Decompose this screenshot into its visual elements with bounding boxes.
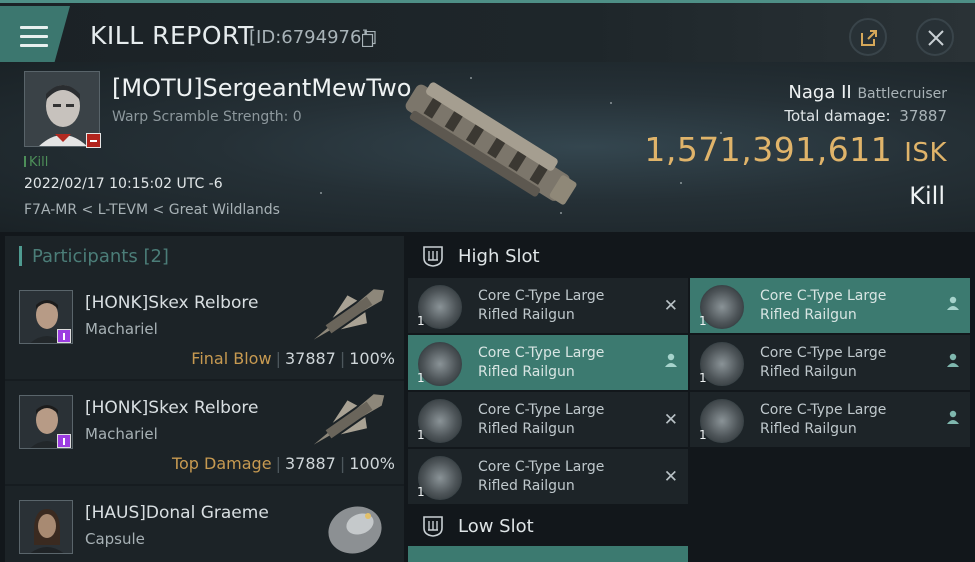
dropped-icon [665,353,677,367]
module-name: Core C-Type Large Rifled Railgun [478,288,605,323]
participant-ship: Machariel [85,425,158,443]
participant-name[interactable]: [HONK]Skex Relbore [85,293,258,313]
share-button[interactable] [849,18,887,56]
participant-stats: Final Blow | 37887 | 100% [191,349,395,368]
warp-scramble-strength: Warp Scramble Strength: 0 [112,109,302,125]
isk-value: 1,571,391,611 ISK [644,130,947,169]
ship-name-text: Naga II [788,82,852,103]
fitting-panel: High Slot 1 Core C-Type Large Rifled Rai… [408,236,975,562]
isk-amount: 1,571,391,611 [644,130,893,169]
report-id: [ID:6794976] [249,27,369,48]
participant-percent: 100% [349,349,395,368]
destroyed-icon: ✕ [663,410,678,430]
isk-unit: ISK [904,138,947,168]
dropped-icon [947,410,959,424]
module-quantity: 1 [699,314,707,328]
module-name: Core C-Type Large Rifled Railgun [478,402,605,437]
menu-button[interactable] [0,6,70,62]
high-slot-title: High Slot [458,245,540,267]
kill-tag: Kill [24,155,48,170]
module-item[interactable]: 1 Core C-Type Large Rifled Railgun [408,335,688,390]
low-slot-icon [423,516,443,537]
module-quantity: 1 [417,314,425,328]
module-item[interactable]: 1 Core C-Type Large Rifled Railgun ✕ [408,278,688,333]
ship-class-text: Battlecruiser [857,86,947,102]
result-label: Kill [909,182,945,210]
participants-title: Participants [2] [32,245,169,267]
total-damage-label: Total damage: [784,107,891,125]
module-name: Core C-Type Large Rifled Railgun [478,459,605,494]
module-item[interactable]: 1 Core C-Type Large Rifled Railgun [690,392,970,447]
capsule-ship-image [328,506,382,554]
participant-damage: 37887 [284,454,336,473]
module-item[interactable] [408,546,688,562]
victim-banner: [MOTU]SergeantMewTwo Warp Scramble Stren… [0,62,975,232]
kill-location[interactable]: F7A-MR < L-TEVM < Great Wildlands [24,202,280,218]
page-title: KILL REPORT [90,21,254,50]
close-button[interactable] [916,18,954,56]
module-item[interactable]: 1 Core C-Type Large Rifled Railgun [690,335,970,390]
participant-ship: Machariel [85,320,158,338]
kill-datetime: 2022/02/17 10:15:02 UTC -6 [24,176,223,192]
menu-icon [20,26,48,48]
low-slot-header: Low Slot [408,506,975,546]
participant-row[interactable]: [HONK]Skex Relbore Machariel Final Blow |… [5,276,404,379]
module-quantity: 1 [417,371,425,385]
destroyed-icon: ✕ [663,467,678,487]
machariel-ship-image [313,289,385,340]
share-icon [861,30,877,46]
corp-badge [57,434,71,448]
participant-name[interactable]: [HAUS]Donal Graeme [85,503,269,523]
participant-role: Final Blow [191,349,272,368]
header-bar: KILL REPORT [ID:6794976] [0,0,975,62]
participant-ship: Capsule [85,530,145,548]
module-quantity: 1 [417,485,425,499]
module-item[interactable]: 1 Core C-Type Large Rifled Railgun ✕ [408,449,688,504]
high-slot-icon [423,246,443,267]
standing-badge [86,133,101,148]
participant-damage: 37887 [284,349,336,368]
participant-stats: Top Damage | 37887 | 100% [171,454,395,473]
module-name: Core C-Type Large Rifled Railgun [760,345,887,380]
module-quantity: 1 [699,428,707,442]
module-name: Core C-Type Large Rifled Railgun [760,402,887,437]
copy-icon[interactable] [362,31,376,47]
victim-name[interactable]: [MOTU]SergeantMewTwo [112,74,411,102]
dropped-icon [947,353,959,367]
destroyed-icon: ✕ [663,296,678,316]
module-item[interactable]: 1 Core C-Type Large Rifled Railgun ✕ [408,392,688,447]
victim-ship-image[interactable] [385,67,585,227]
victim-ship-name: Naga II Battlecruiser [788,82,947,103]
dropped-icon [947,296,959,310]
participant-name[interactable]: [HONK]Skex Relbore [85,398,258,418]
participant-row[interactable]: [HAUS]Donal Graeme Capsule [5,486,404,562]
total-damage-value: 37887 [899,107,947,125]
module-quantity: 1 [699,371,707,385]
participants-panel: Participants [2] [HONK]Skex Relbore Mach… [5,236,404,562]
participant-percent: 100% [349,454,395,473]
module-item[interactable]: 1 Core C-Type Large Rifled Railgun [690,278,970,333]
high-slot-header: High Slot [408,236,975,276]
participant-row[interactable]: [HONK]Skex Relbore Machariel Top Damage |… [5,381,404,484]
participant-role: Top Damage [171,454,272,473]
total-damage: Total damage: 37887 [784,107,947,125]
avatar [19,500,73,554]
participants-header[interactable]: Participants [2] [5,236,404,276]
module-item[interactable] [690,546,970,562]
machariel-ship-image [313,394,385,445]
low-slot-title: Low Slot [458,515,534,537]
module-quantity: 1 [417,428,425,442]
module-name: Core C-Type Large Rifled Railgun [478,345,605,380]
corp-badge [57,329,71,343]
module-name: Core C-Type Large Rifled Railgun [760,288,887,323]
close-icon [928,30,944,46]
